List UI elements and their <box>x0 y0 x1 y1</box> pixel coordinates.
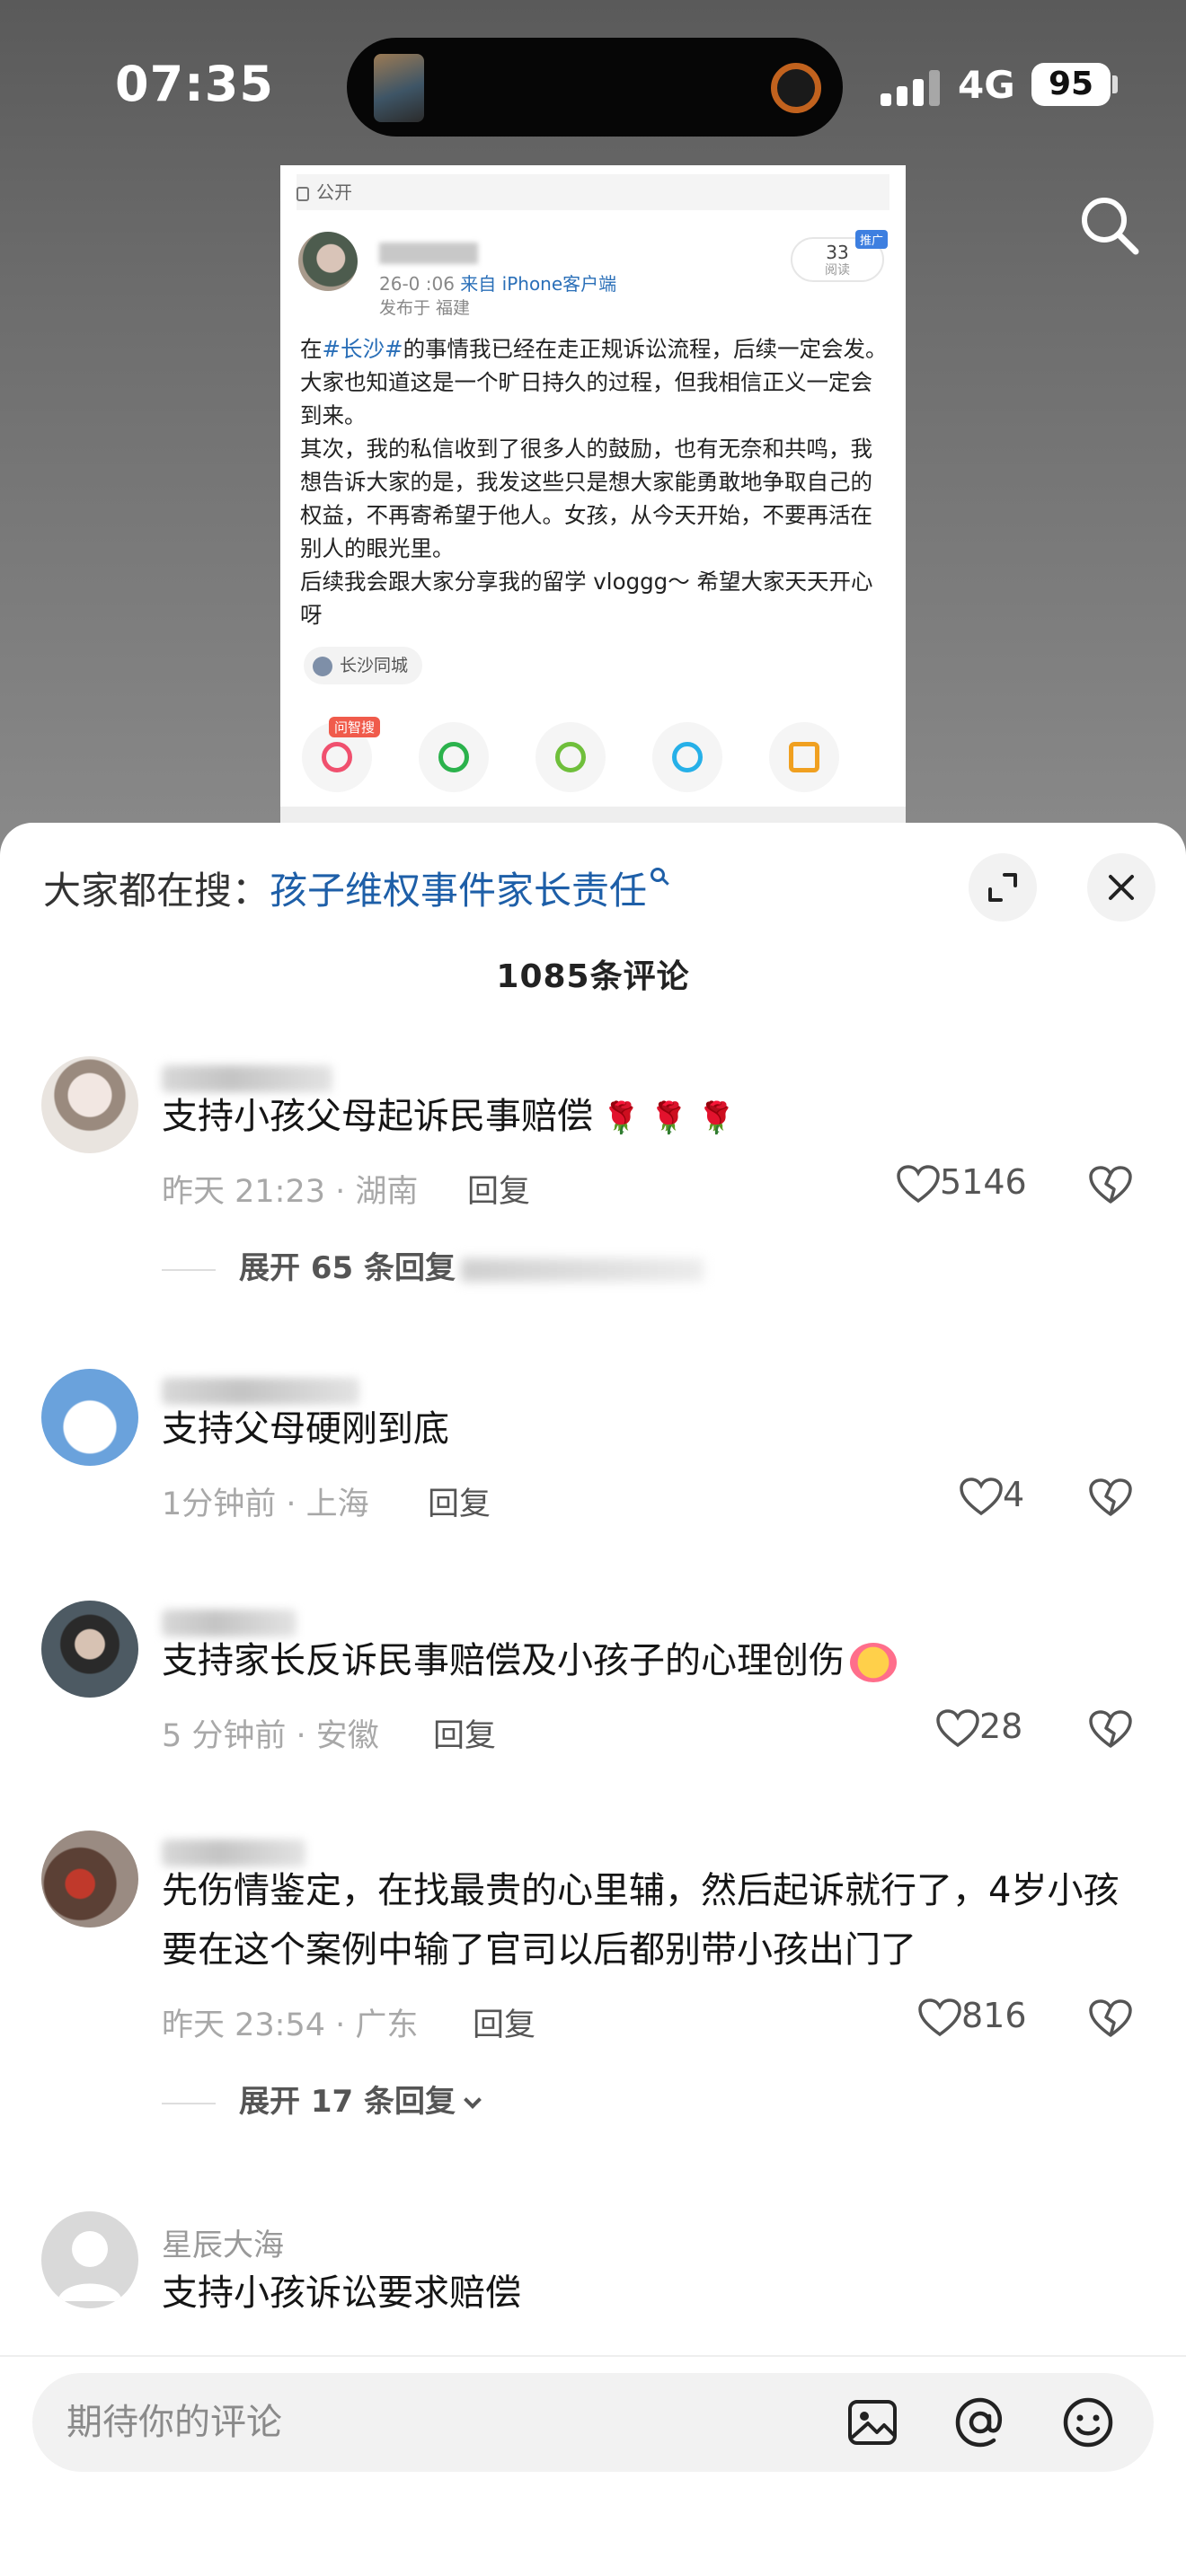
comment-text: 支持家长反诉民事赔偿及小孩子的心理创伤 <box>162 1631 1150 1690</box>
heart-icon <box>918 1998 961 2036</box>
rose-emoji-icon: 🌹 🌹 🌹 <box>602 1100 736 1136</box>
expand-replies[interactable]: 展开 17 条回复 <box>162 2077 482 2121</box>
like-count: 816 <box>961 1996 1027 2035</box>
comment-count: 1085条评论 <box>496 958 690 995</box>
cellular-signal-icon <box>881 68 943 106</box>
comment-input-bar <box>0 2355 1186 2576</box>
comment-time-location: 5 分钟前 · 安徽 <box>162 1718 379 1754</box>
default-avatar-icon <box>58 2231 122 2301</box>
hot-search-bar[interactable]: 大家都在搜：孩子维权事件家长责任 <box>43 860 666 915</box>
comment-text: 支持小孩父母起诉民事赔偿 🌹 🌹 🌹 <box>162 1087 1150 1148</box>
like-count: 28 <box>979 1707 1023 1746</box>
image-icon[interactable] <box>843 2393 902 2452</box>
like-button[interactable]: 816 <box>918 1996 1027 2038</box>
avatar[interactable] <box>41 1601 138 1698</box>
dislike-button[interactable] <box>1089 1710 1132 1750</box>
hot-search-keyword[interactable]: 孩子维权事件家长责任 <box>270 869 647 913</box>
heart-icon <box>960 1477 1003 1515</box>
broken-heart-icon <box>1089 1710 1132 1748</box>
city-icon <box>313 656 332 676</box>
reply-button[interactable]: 回复 <box>467 1166 530 1212</box>
dislike-button[interactable] <box>1089 1999 1132 2039</box>
broken-heart-icon <box>1089 1166 1132 1204</box>
heart-icon <box>897 1164 940 1203</box>
comment-time-location: 昨天 21:23 · 湖南 <box>162 1174 419 1210</box>
now-playing-thumbnail <box>374 54 424 122</box>
post-author-name-blurred <box>379 243 478 264</box>
reply-button[interactable]: 回复 <box>473 1999 535 2045</box>
battery-icon <box>1112 75 1118 93</box>
like-count: 5146 <box>940 1162 1027 1202</box>
wechat-icon <box>419 722 489 792</box>
search-icon[interactable] <box>1075 190 1146 262</box>
save-image-icon <box>769 722 839 792</box>
avatar[interactable] <box>41 1056 138 1153</box>
avatar[interactable] <box>41 1369 138 1466</box>
comment-text: 支持父母硬刚到底 <box>162 1408 449 1450</box>
expand-button[interactable] <box>969 853 1037 922</box>
broken-heart-icon <box>1089 1999 1132 2037</box>
post-meta: 26-0 :06 来自 iPhone客户端 <box>379 273 617 295</box>
close-button[interactable] <box>1087 853 1155 922</box>
qq-icon <box>652 722 722 792</box>
avatar[interactable] <box>41 1831 138 1928</box>
dynamic-island <box>347 38 843 137</box>
like-count: 4 <box>1003 1475 1025 1514</box>
city-tag: 长沙同城 <box>304 647 423 684</box>
comment-time-location: 昨天 23:54 · 广东 <box>162 2007 419 2043</box>
like-button[interactable]: 5146 <box>897 1162 1027 1204</box>
expand-replies[interactable]: 展开 65 条回复 <box>162 1243 704 1287</box>
hashtag-link: #长沙# <box>322 336 403 362</box>
battery-level: 95 <box>1031 63 1111 106</box>
avatar[interactable] <box>41 2211 138 2308</box>
heart-icon <box>936 1708 979 1747</box>
comment-sheet: 大家都在搜：孩子维权事件家长责任 1085条评论 四二 支持小孩父母起诉民事赔偿… <box>0 823 1186 2576</box>
hug-emoji-icon <box>850 1643 897 1682</box>
post-screenshot: 公开 26-0 :06 来自 iPhone客户端 发布于 福建 33 阅读 推广… <box>280 165 906 830</box>
comment-text: 支持小孩诉讼要求赔偿 <box>162 2272 521 2314</box>
comment-text: 先伤情鉴定，在找最贵的心里辅，然后起诉就行了，4岁小孩要在这个案例中输了官司以后… <box>162 1870 1120 1971</box>
status-time: 07:35 <box>115 56 274 112</box>
comment-author[interactable]: 星辰大海 <box>162 2220 284 2264</box>
like-button[interactable]: 28 <box>936 1707 1022 1749</box>
recording-indicator-icon <box>771 63 821 113</box>
expand-icon <box>988 873 1017 902</box>
post-visibility: 公开 <box>296 174 890 210</box>
dislike-button[interactable] <box>1089 1166 1132 1205</box>
network-type: 4G <box>958 63 1015 107</box>
moments-icon <box>535 722 606 792</box>
ai-search-badge: 问智搜 <box>329 717 381 737</box>
lock-icon <box>296 186 309 201</box>
broken-heart-icon <box>1089 1478 1132 1516</box>
chevron-down-icon <box>464 2091 482 2109</box>
mention-icon[interactable] <box>951 2393 1010 2452</box>
like-button[interactable]: 4 <box>960 1475 1024 1517</box>
reply-button[interactable]: 回复 <box>433 1710 496 1756</box>
post-body: 在#长沙#的事情我已经在走正规诉讼流程，后续一定会发。大家也知道这是一个旷日持久… <box>300 336 888 628</box>
comment-time-location: 1分钟前 · 上海 <box>162 1486 369 1522</box>
post-location: 发布于 福建 <box>379 298 471 318</box>
emoji-icon[interactable] <box>1058 2393 1118 2452</box>
search-icon <box>651 868 666 882</box>
status-bar: 07:35 4G 95 <box>0 0 1186 171</box>
dislike-button[interactable] <box>1089 1478 1132 1518</box>
promo-badge: 推广 <box>855 230 889 249</box>
post-author-avatar <box>298 232 358 291</box>
close-icon <box>1109 875 1134 900</box>
reply-button[interactable]: 回复 <box>428 1478 491 1524</box>
